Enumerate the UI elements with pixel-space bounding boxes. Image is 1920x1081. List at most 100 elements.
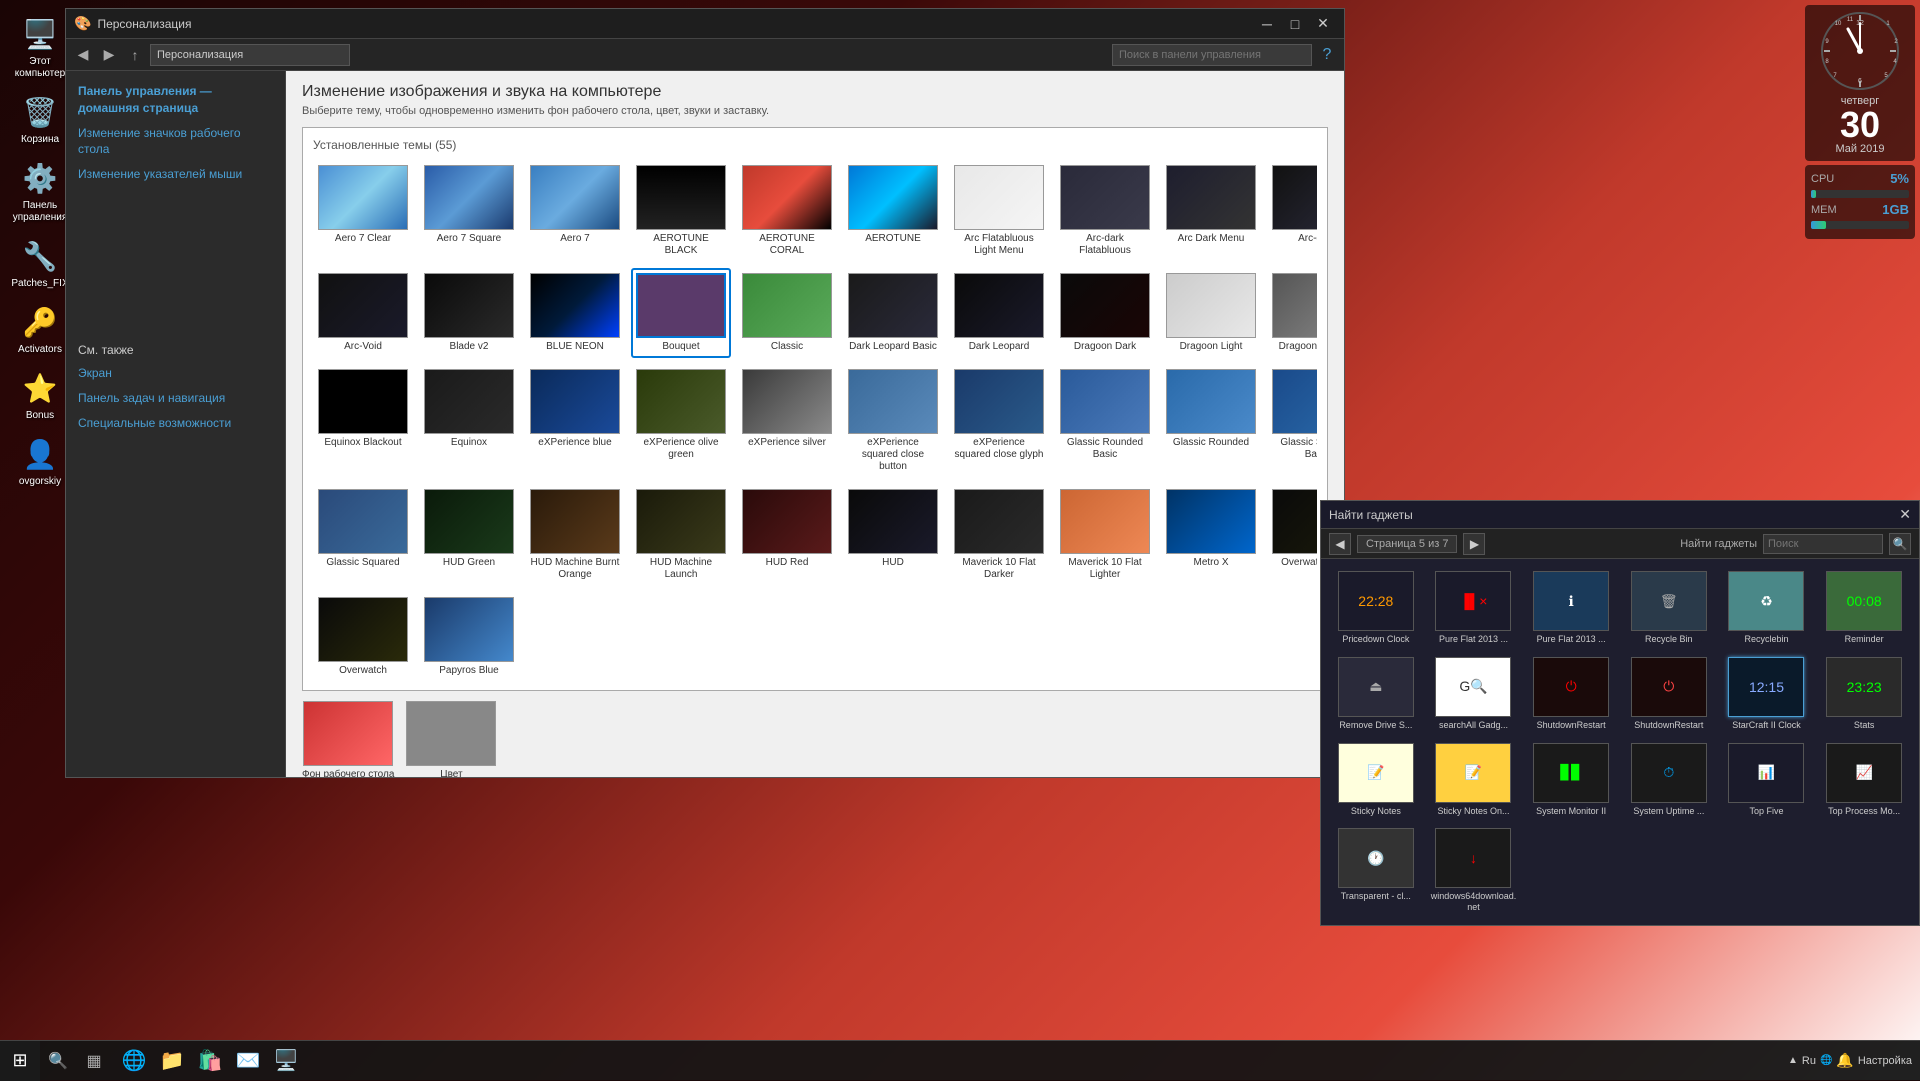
theme-item[interactable]: Aero 7 Clear [313, 160, 413, 262]
taskbar-search-button[interactable]: 🔍 [40, 1043, 76, 1079]
theme-item[interactable]: Blade v2 [419, 268, 519, 358]
theme-item[interactable]: HUD Red [737, 484, 837, 586]
taskbar-language[interactable]: Ru [1802, 1055, 1816, 1067]
gadget-item[interactable]: ⏏Remove Drive S... [1329, 653, 1423, 735]
search-input[interactable] [1112, 44, 1312, 66]
theme-item[interactable]: Glassic Squared [313, 484, 413, 586]
theme-item[interactable]: Dark Leopard [949, 268, 1049, 358]
theme-item[interactable]: BLUE NEON [525, 268, 625, 358]
theme-item[interactable]: Glassic Squared Basic [1267, 364, 1317, 478]
gadget-item[interactable]: 🗑Recycle Bin [1622, 567, 1716, 649]
theme-item[interactable]: Classic [737, 268, 837, 358]
theme-item[interactable]: Dragoon Dark [1055, 268, 1155, 358]
gadget-item[interactable]: ⏻ShutdownRestart [1524, 653, 1618, 735]
gadgets-next-button[interactable]: ▶ [1463, 533, 1485, 555]
gadget-item[interactable]: ▊▊System Monitor II [1524, 739, 1618, 821]
sidebar-icons-link[interactable]: Изменение значков рабочего стола [78, 125, 273, 159]
theme-item[interactable]: eXPerience olive green [631, 364, 731, 478]
theme-item[interactable]: AEROTUNE BLACK [631, 160, 731, 262]
up-button[interactable]: ↑ [124, 44, 146, 66]
theme-item[interactable]: AEROTUNE CORAL [737, 160, 837, 262]
sidebar-taskbar-link[interactable]: Панель задач и навигация [78, 390, 273, 407]
close-button[interactable]: ✕ [1310, 14, 1336, 34]
gadget-item[interactable]: ⏱System Uptime ... [1622, 739, 1716, 821]
theme-item[interactable]: Arc Dark Menu [1161, 160, 1261, 262]
minimize-button[interactable]: ─ [1254, 14, 1280, 34]
theme-item[interactable]: HUD Green [419, 484, 519, 586]
gadget-item[interactable]: 📊Top Five [1720, 739, 1814, 821]
start-button[interactable]: ⊞ [0, 1041, 40, 1081]
taskbar-icon-explorer[interactable]: 📁 [154, 1043, 190, 1079]
gadget-item[interactable]: ▐▌×Pure Flat 2013 ... [1427, 567, 1521, 649]
gadget-item[interactable]: 12:15StarCraft II Clock [1720, 653, 1814, 735]
taskbar-tasks-button[interactable]: ▦ [76, 1043, 112, 1079]
taskbar-notification-icon[interactable]: 🔔 [1836, 1052, 1853, 1069]
gadget-item[interactable]: 23:23Stats [1817, 653, 1911, 735]
theme-item[interactable]: Aero 7 Square [419, 160, 519, 262]
sidebar-screen-link[interactable]: Экран [78, 365, 273, 382]
theme-item[interactable]: Arc-dark Flatabluous [1055, 160, 1155, 262]
theme-item[interactable]: Arc-dark [1267, 160, 1317, 262]
theme-item[interactable]: eXPerience silver [737, 364, 837, 478]
theme-item[interactable]: HUD [843, 484, 943, 586]
theme-item[interactable]: AEROTUNE [843, 160, 943, 262]
gadgets-search-input[interactable] [1763, 534, 1883, 554]
gadget-item[interactable]: ⏻ShutdownRestart [1622, 653, 1716, 735]
theme-item[interactable]: Overwatch [313, 592, 413, 680]
gadget-preview: 📈 [1826, 743, 1902, 803]
forward-button[interactable]: ▶ [98, 44, 120, 66]
gadget-item[interactable]: 00:08Reminder [1817, 567, 1911, 649]
theme-item[interactable]: Overwatch Dark [1267, 484, 1317, 586]
theme-preview [1166, 273, 1256, 338]
theme-item[interactable]: Glassic Rounded [1161, 364, 1261, 478]
theme-item[interactable]: Equinox [419, 364, 519, 478]
theme-item[interactable]: Metro X [1161, 484, 1261, 586]
theme-item[interactable]: HUD Machine Burnt Orange [525, 484, 625, 586]
gadgets-close-button[interactable]: ✕ [1899, 506, 1911, 523]
theme-item[interactable]: eXPerience squared close glyph [949, 364, 1049, 478]
theme-item[interactable]: Glassic Rounded Basic [1055, 364, 1155, 478]
wallpaper-item[interactable]: Фон рабочего столаStreamofLight [302, 701, 394, 777]
theme-item[interactable]: eXPerience blue [525, 364, 625, 478]
back-button[interactable]: ◀ [72, 44, 94, 66]
taskbar-icon-ie[interactable]: 🌐 [116, 1043, 152, 1079]
theme-item[interactable]: Equinox Blackout [313, 364, 413, 478]
theme-item[interactable]: HUD Machine Launch [631, 484, 731, 586]
sidebar-home-link[interactable]: Панель управления — домашняя страница [78, 83, 273, 117]
theme-item[interactable]: Maverick 10 Flat Darker [949, 484, 1049, 586]
theme-preview [424, 165, 514, 230]
taskbar-icon-mail[interactable]: ✉️ [230, 1043, 266, 1079]
gadget-name: Top Process Mo... [1828, 806, 1900, 817]
color-item[interactable]: ЦветДругой [406, 701, 496, 777]
sidebar-mouse-link[interactable]: Изменение указателей мыши [78, 166, 273, 183]
taskbar-icon-store[interactable]: 🛍️ [192, 1043, 228, 1079]
theme-item[interactable]: Arc-Void [313, 268, 413, 358]
theme-item[interactable]: Aero 7 [525, 160, 625, 262]
gadget-item[interactable]: 📝Sticky Notes [1329, 739, 1423, 821]
gadget-item[interactable]: 🕐Transparent - cl... [1329, 824, 1423, 917]
help-button[interactable]: ? [1316, 44, 1338, 66]
gadget-item[interactable]: 22:28Pricedown Clock [1329, 567, 1423, 649]
gadgets-search-button[interactable]: 🔍 [1889, 533, 1911, 555]
address-input[interactable] [150, 44, 350, 66]
gadget-item[interactable]: 📈 Top Process Mo... [1817, 739, 1911, 821]
gadget-item[interactable]: ♻Recyclebin [1720, 567, 1814, 649]
gadget-item[interactable]: ℹPure Flat 2013 ... [1524, 567, 1618, 649]
theme-item[interactable]: Maverick 10 Flat Lighter [1055, 484, 1155, 586]
theme-item[interactable]: Arc Flatabluous Light Menu [949, 160, 1049, 262]
theme-item[interactable]: Dragoon Medium [1267, 268, 1317, 358]
taskbar-icon-monitor[interactable]: 🖥️ [268, 1043, 304, 1079]
theme-item[interactable]: Papyros Blue [419, 592, 519, 680]
theme-item[interactable]: Bouquet [631, 268, 731, 358]
maximize-button[interactable]: □ [1282, 14, 1308, 34]
theme-item[interactable]: Dragoon Light [1161, 268, 1261, 358]
taskbar-time[interactable]: Настройка [1858, 1055, 1912, 1067]
gadget-item[interactable]: ↓windows64download.net [1427, 824, 1521, 917]
theme-item[interactable]: eXPerience squared close button [843, 364, 943, 478]
gadget-item[interactable]: 📝Sticky Notes On... [1427, 739, 1521, 821]
theme-preview [1272, 369, 1317, 434]
sidebar-accessibility-link[interactable]: Специальные возможности [78, 415, 273, 432]
gadget-item[interactable]: G🔍searchAll Gadg... [1427, 653, 1521, 735]
theme-item[interactable]: Dark Leopard Basic [843, 268, 943, 358]
gadgets-prev-button[interactable]: ◀ [1329, 533, 1351, 555]
